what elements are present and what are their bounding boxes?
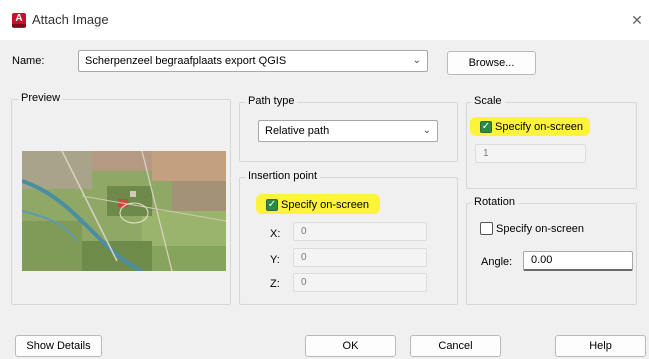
path-type-combobox[interactable]: Relative path ⌄: [258, 120, 438, 142]
x-label: X:: [270, 228, 281, 240]
insertion-specify-label[interactable]: Specify on-screen: [281, 199, 369, 211]
rotation-specify-checkbox[interactable]: [480, 222, 493, 235]
browse-button[interactable]: Browse...: [447, 51, 536, 75]
chevron-down-icon: ⌄: [422, 125, 431, 136]
ok-button[interactable]: OK: [305, 335, 396, 357]
x-field[interactable]: 0: [293, 222, 427, 241]
scale-specify-checkbox[interactable]: ✓: [480, 121, 492, 133]
scale-field[interactable]: 1: [475, 144, 586, 163]
preview-image: [22, 151, 226, 271]
name-combobox[interactable]: Scherpenzeel begraafplaats export QGIS ⌄: [78, 50, 428, 72]
close-icon[interactable]: ✕: [630, 13, 644, 27]
z-field[interactable]: 0: [293, 273, 427, 292]
name-value: Scherpenzeel begraafplaats export QGIS: [85, 55, 287, 67]
chevron-down-icon: ⌄: [412, 55, 421, 66]
angle-field[interactable]: 0.00: [523, 251, 633, 271]
name-label: Name:: [12, 55, 45, 67]
rotation-specify-label[interactable]: Specify on-screen: [496, 223, 584, 235]
path-type-value: Relative path: [265, 125, 330, 137]
insertion-specify-checkbox[interactable]: ✓: [266, 199, 278, 211]
cancel-button[interactable]: Cancel: [410, 335, 501, 357]
rotation-title: Rotation: [471, 196, 518, 208]
y-field[interactable]: 0: [293, 248, 427, 267]
autocad-logo-icon: A: [12, 13, 26, 28]
y-label: Y:: [270, 254, 280, 266]
window-title: Attach Image: [32, 12, 109, 27]
scale-specify-label[interactable]: Specify on-screen: [495, 121, 583, 133]
angle-label: Angle:: [481, 256, 513, 268]
scale-title: Scale: [471, 95, 505, 107]
preview-title: Preview: [18, 92, 64, 104]
path-type-title: Path type: [245, 95, 298, 107]
z-label: Z:: [270, 278, 280, 290]
show-details-button[interactable]: Show Details: [15, 335, 102, 357]
help-button[interactable]: Help: [555, 335, 646, 357]
insertion-point-title: Insertion point: [245, 170, 321, 182]
